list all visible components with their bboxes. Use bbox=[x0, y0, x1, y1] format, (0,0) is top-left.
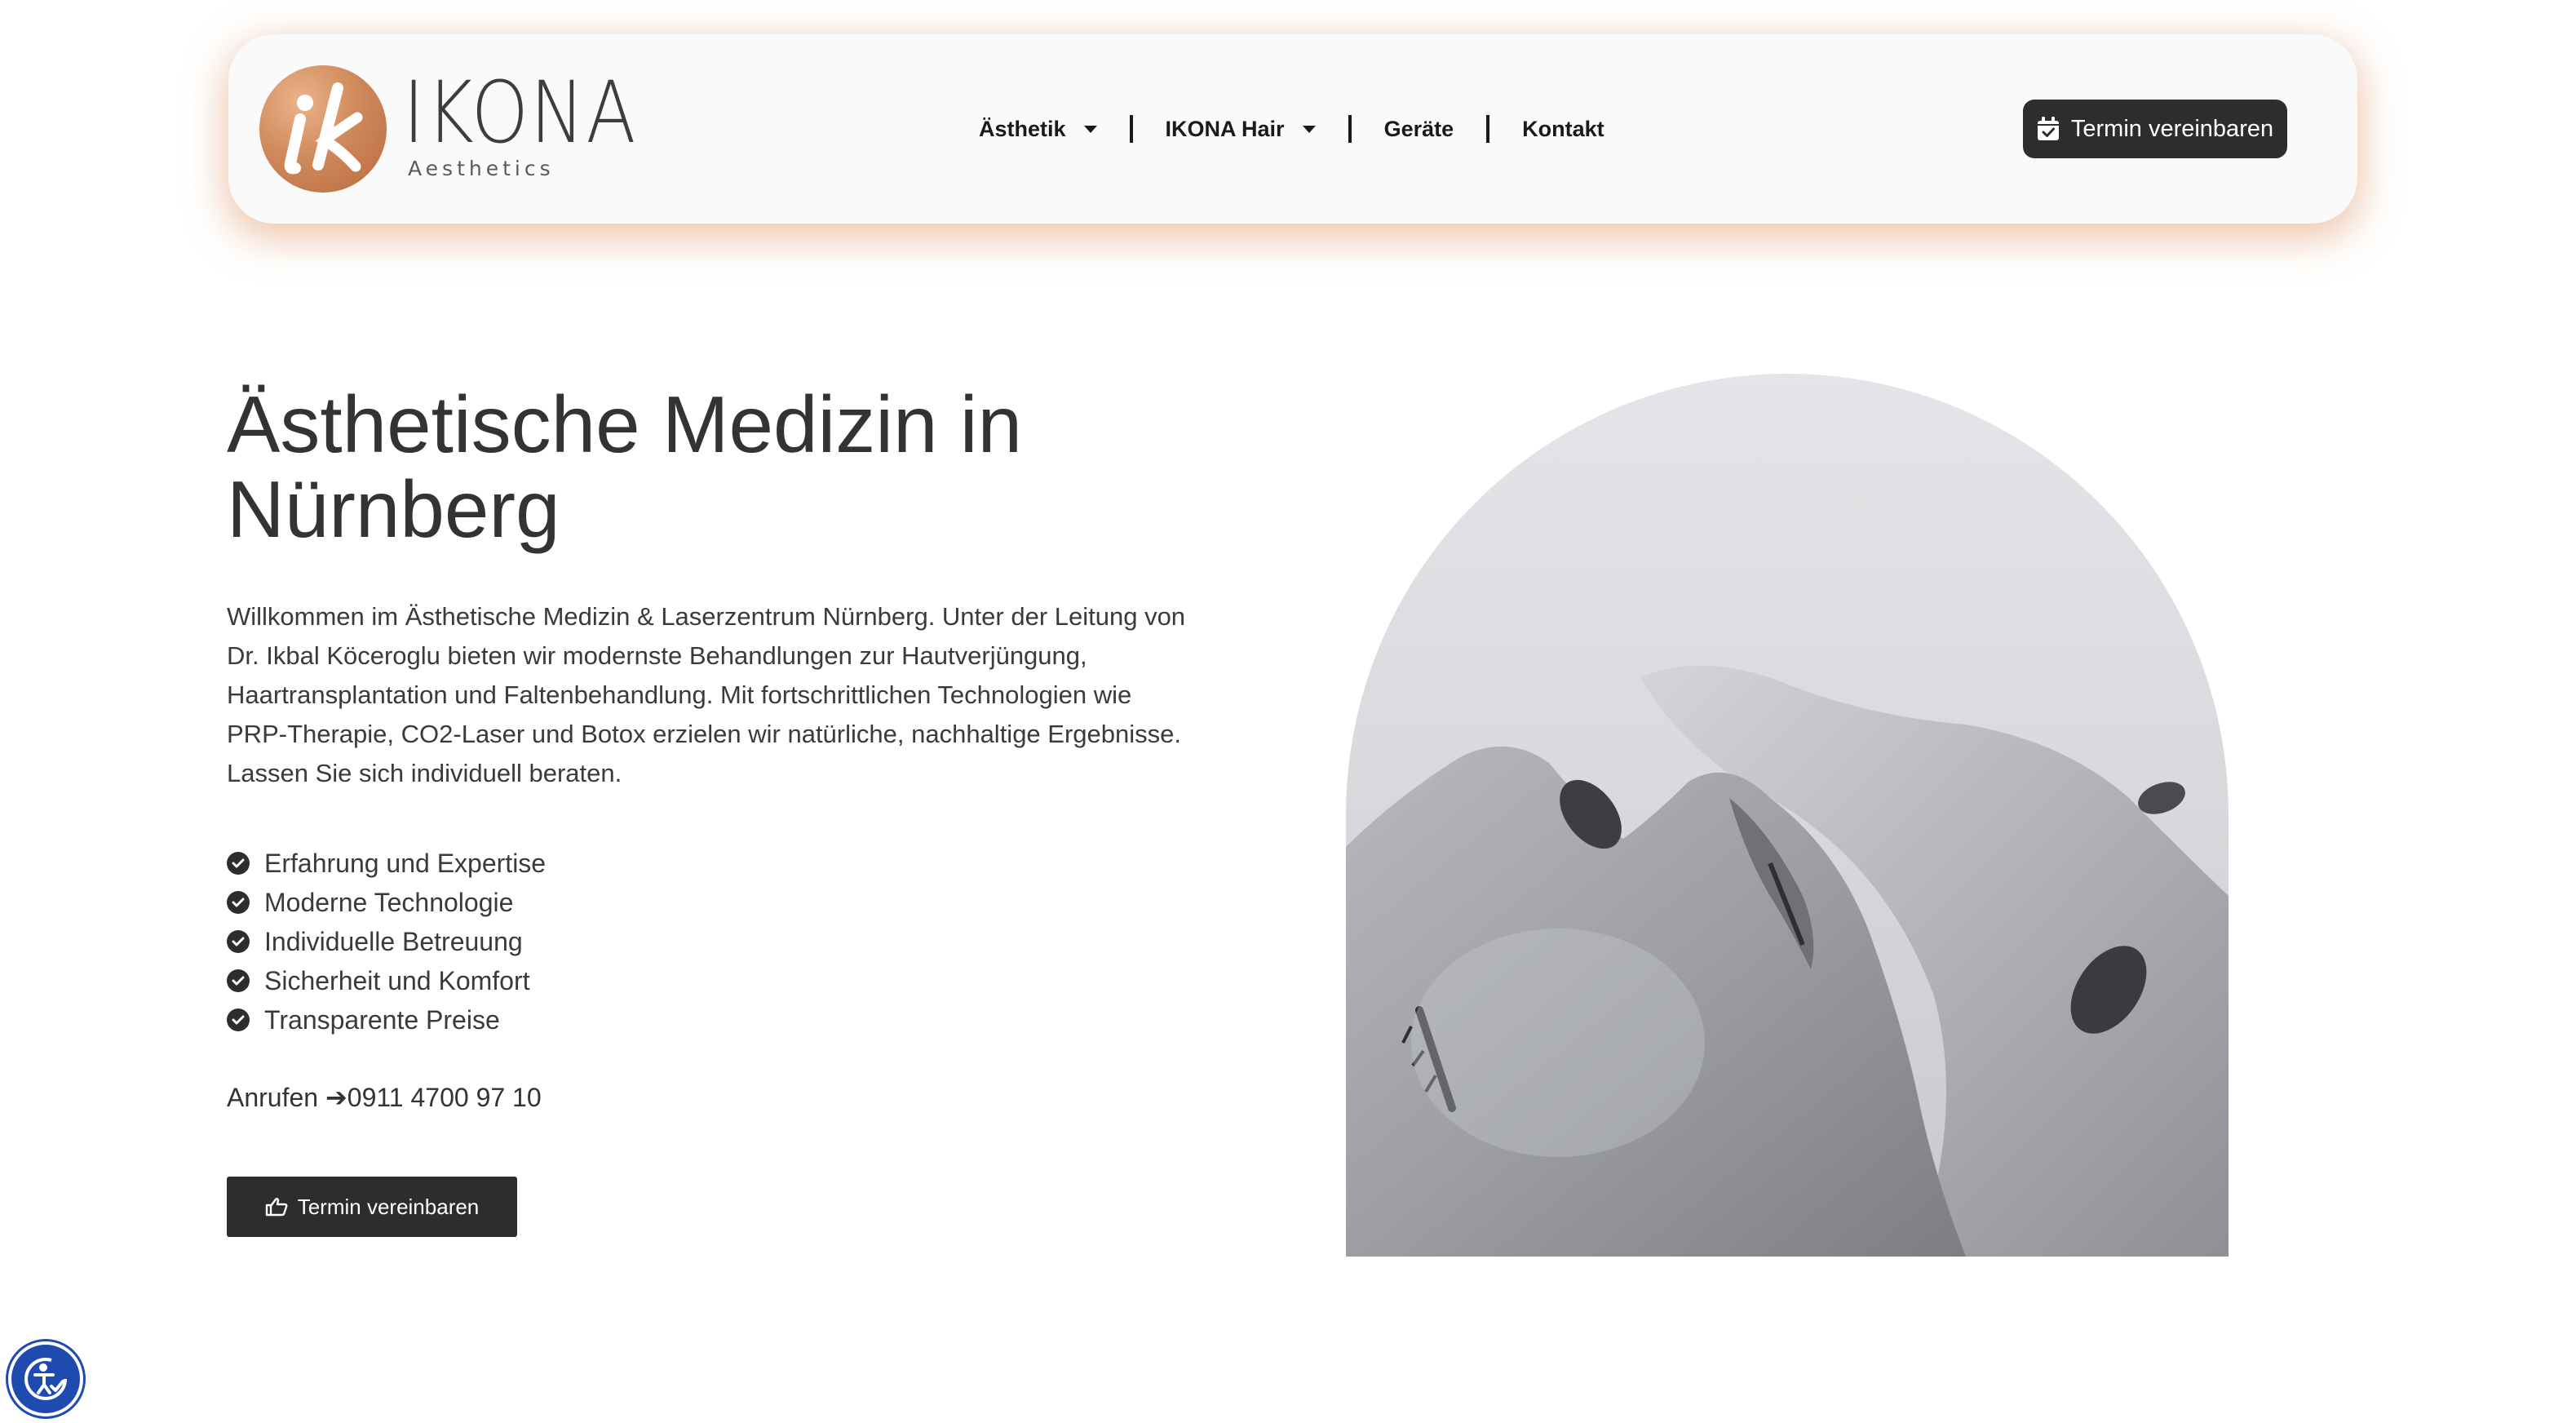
hero-image bbox=[1346, 374, 2229, 1257]
main-nav: Ästhetik IKONA Hair Geräte Kontakt bbox=[979, 34, 1604, 224]
appointment-button-label: Termin vereinbaren bbox=[297, 1194, 480, 1219]
calendar-check-icon bbox=[2037, 117, 2060, 141]
nav-item-label: Geräte bbox=[1383, 116, 1454, 141]
nav-item-label: Kontakt bbox=[1522, 116, 1604, 141]
nav-item-kontakt[interactable]: Kontakt bbox=[1522, 117, 1604, 142]
check-circle-icon bbox=[227, 891, 250, 914]
feature-label: Individuelle Betreuung bbox=[264, 926, 523, 956]
check-circle-icon bbox=[227, 1009, 250, 1031]
nav-divider bbox=[1486, 115, 1490, 143]
intro-paragraph: Willkommen im Ästhetische Medizin & Lase… bbox=[227, 602, 1186, 787]
feature-label: Sicherheit und Komfort bbox=[264, 965, 530, 995]
page: IKONA Aesthetics Ästhetik IKONA Hair Ger… bbox=[0, 0, 2576, 1423]
phone-label: Anrufen ➔ bbox=[227, 1083, 347, 1112]
header-appointment-button[interactable]: Termin vereinbaren bbox=[2023, 100, 2287, 158]
check-circle-icon bbox=[227, 852, 250, 875]
nav-item-ikona-hair[interactable]: IKONA Hair bbox=[1166, 117, 1316, 142]
accessibility-button[interactable] bbox=[8, 1341, 83, 1416]
feature-label: Erfahrung und Expertise bbox=[264, 848, 547, 878]
nav-divider bbox=[1348, 115, 1352, 143]
nav-item-label: Ästhetik bbox=[979, 116, 1066, 141]
list-item: Erfahrung und Expertise bbox=[227, 844, 546, 883]
logo-tagline: Aesthetics bbox=[408, 157, 555, 180]
chevron-down-icon bbox=[1302, 125, 1316, 133]
page-title: Ästhetische Medizin in Nürnberg bbox=[227, 382, 1206, 552]
list-item: Transparente Preise bbox=[227, 1000, 546, 1040]
nav-divider bbox=[1129, 115, 1133, 143]
logo[interactable]: IKONA Aesthetics bbox=[259, 63, 638, 193]
phone-link[interactable]: Anrufen ➔0911 4700 97 10 bbox=[227, 1082, 542, 1113]
page-title-line1: Ästhetische Medizin in bbox=[227, 379, 1023, 469]
appointment-button[interactable]: Termin vereinbaren bbox=[227, 1177, 517, 1237]
accessibility-icon bbox=[24, 1358, 67, 1400]
check-circle-icon bbox=[227, 969, 250, 992]
faces-photo bbox=[1346, 374, 2229, 1257]
list-item: Individuelle Betreuung bbox=[227, 922, 546, 961]
feature-label: Transparente Preise bbox=[264, 1004, 500, 1035]
logo-mark bbox=[259, 65, 387, 193]
list-item: Sicherheit und Komfort bbox=[227, 961, 546, 1000]
site-header: IKONA Aesthetics Ästhetik IKONA Hair Ger… bbox=[228, 34, 2357, 224]
nav-item-aesthetik[interactable]: Ästhetik bbox=[979, 117, 1097, 142]
check-circle-icon bbox=[227, 930, 250, 953]
nav-item-label: IKONA Hair bbox=[1165, 116, 1285, 141]
feature-label: Moderne Technologie bbox=[264, 887, 514, 917]
list-item: Moderne Technologie bbox=[227, 883, 546, 922]
header-appointment-label: Termin vereinbaren bbox=[2070, 115, 2274, 142]
logo-ik-icon bbox=[284, 82, 363, 175]
phone-number: 0911 4700 97 10 bbox=[347, 1083, 542, 1112]
hand-pointing-icon bbox=[265, 1197, 288, 1217]
page-title-line2: Nürnberg bbox=[227, 464, 560, 554]
logo-wordmark: IKONA bbox=[403, 63, 638, 162]
feature-list: Erfahrung und Expertise Moderne Technolo… bbox=[227, 844, 546, 1040]
nav-item-geraete[interactable]: Geräte bbox=[1384, 117, 1454, 142]
chevron-down-icon bbox=[1083, 125, 1097, 133]
